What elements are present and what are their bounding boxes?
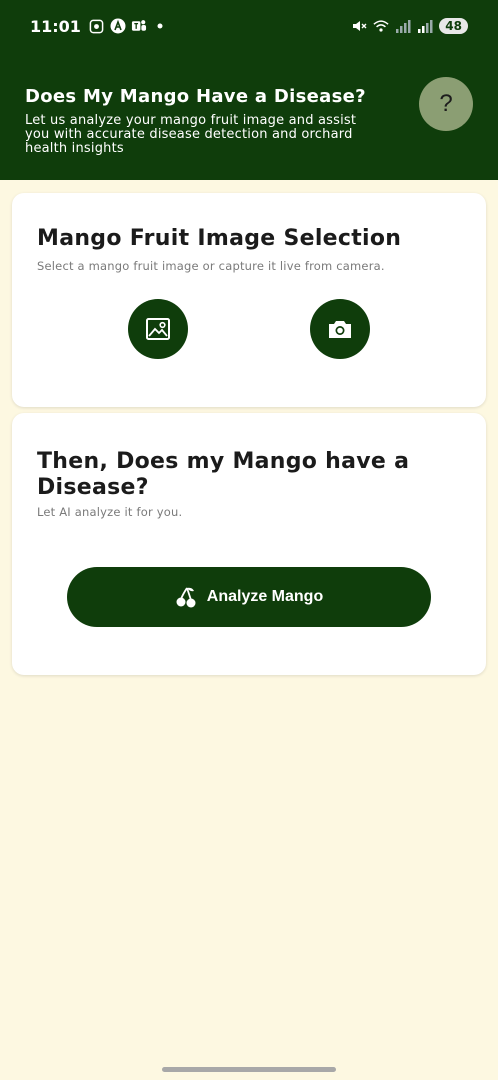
app-header: 11:01 48 Does My Mango Have a Disease? L… — [0, 0, 498, 180]
camera-icon — [327, 318, 353, 340]
mute-icon — [351, 18, 367, 34]
page-description: Let us analyze your mango fruit image an… — [25, 114, 357, 156]
cherry-icon — [175, 586, 197, 608]
analyze-mango-button[interactable]: Analyze Mango — [67, 567, 431, 627]
selection-subtitle: Select a mango fruit image or capture it… — [37, 259, 385, 273]
battery-indicator: 48 — [439, 18, 468, 34]
screen-record-icon — [89, 18, 105, 34]
analyze-subtitle: Let AI analyze it for you. — [37, 505, 183, 519]
analyze-mango-label: Analyze Mango — [206, 588, 324, 605]
a-logo-icon — [110, 18, 126, 34]
camera-button[interactable] — [310, 299, 370, 359]
status-left: 11:01 — [30, 17, 168, 36]
status-right: 48 — [351, 18, 468, 34]
gallery-button[interactable] — [128, 299, 188, 359]
signal-icon — [417, 18, 433, 34]
dot-icon — [152, 18, 168, 34]
status-time: 11:01 — [30, 16, 81, 36]
analyze-card: Then, Does my Mango have a Disease? Let … — [12, 413, 486, 675]
status-bar: 11:01 48 — [0, 0, 498, 52]
analyze-title: Then, Does my Mango have a Disease? — [37, 449, 410, 500]
selection-title: Mango Fruit Image Selection — [37, 226, 402, 251]
image-selection-card: Mango Fruit Image Selection Select a man… — [12, 193, 486, 407]
signal-icon — [395, 18, 411, 34]
home-indicator[interactable] — [162, 1067, 336, 1072]
help-button[interactable]: ? — [419, 77, 473, 131]
notification-icons — [89, 18, 168, 34]
teams-icon — [131, 18, 147, 34]
wifi-icon — [373, 18, 389, 34]
image-icon — [145, 317, 171, 341]
page-title: Does My Mango Have a Disease? — [25, 86, 366, 107]
